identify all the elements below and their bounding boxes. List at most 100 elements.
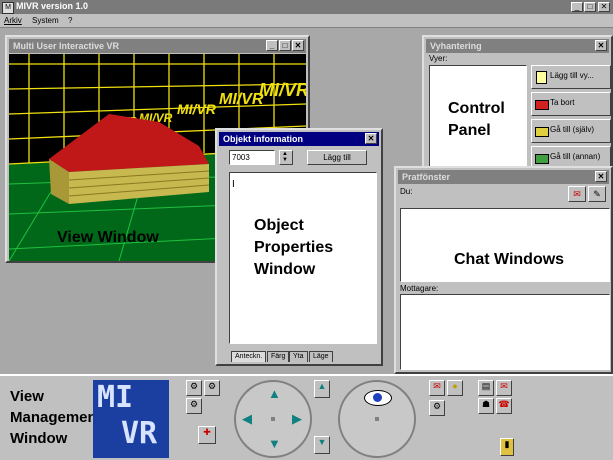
chat-tool-icon-2[interactable]: ⚙ xyxy=(429,400,445,416)
nav-lower-button[interactable]: ▼ xyxy=(314,436,330,454)
logo-line-2: VR xyxy=(121,416,158,451)
tab-surface[interactable]: Yta xyxy=(289,351,308,362)
close-button[interactable]: ✕ xyxy=(598,2,610,12)
nav-right-arrow-icon[interactable]: ▶ xyxy=(292,411,302,427)
remove-view-label: Ta bort xyxy=(550,98,575,107)
chat-windows-callout: Chat Windows xyxy=(454,251,565,268)
help-bulb-icon[interactable]: ● xyxy=(447,380,463,396)
object-info-titlebar: Objekt information ✕ xyxy=(219,132,379,146)
navigation-pad[interactable]: ▲ ▼ ◀ ▶ xyxy=(234,380,312,458)
add-view-label: Lägg till vy... xyxy=(550,71,594,80)
chat-edit-icon[interactable]: ✎ xyxy=(588,186,606,202)
tab-color[interactable]: Färg xyxy=(267,351,290,362)
add-object-label: Lägg till xyxy=(323,153,351,162)
logo-line-1: MI xyxy=(97,380,134,415)
eye-icon xyxy=(364,390,392,406)
view-window-title: Multi User Interactive VR xyxy=(13,41,120,51)
chat-send-icon[interactable]: ✉ xyxy=(568,186,586,202)
minimize-button[interactable]: _ xyxy=(571,2,583,12)
nav-left-arrow-icon[interactable]: ◀ xyxy=(242,411,252,427)
control-panel-callout-line-2: Panel xyxy=(448,122,491,139)
chat-window-close-button[interactable]: ✕ xyxy=(595,171,607,182)
file-tool-icon-3[interactable]: ☗ xyxy=(478,398,494,414)
view-window-minimize-button[interactable]: _ xyxy=(266,40,278,51)
view-management-panel: Vyhantering ✕ Vyer: Control Panel Lägg t… xyxy=(422,35,613,185)
view-tool-icon-3[interactable]: ⚙ xyxy=(186,398,202,414)
text-cursor: I xyxy=(232,179,235,190)
object-properties-callout-line-1: Object xyxy=(254,217,304,234)
view-management-title: Vyhantering xyxy=(430,41,482,51)
view-management-close-button[interactable]: ✕ xyxy=(595,40,607,51)
object-id-field[interactable]: 7003 xyxy=(229,150,275,165)
nav-down-arrow-icon[interactable]: ▼ xyxy=(268,436,281,451)
nav-up-arrow-icon[interactable]: ▲ xyxy=(268,386,281,401)
goto-self-button[interactable]: Gå till (själv) xyxy=(531,119,611,143)
view-window-maximize-button[interactable]: □ xyxy=(279,40,291,51)
object-id-value: 7003 xyxy=(232,153,250,162)
object-info-window: Objekt information ✕ 7003 ▲ ▼ Lägg till … xyxy=(215,128,383,366)
object-properties-callout: Object Properties Window xyxy=(254,215,333,281)
phone-icon[interactable]: ☎ xyxy=(496,398,512,414)
menu-bar: Arkiv System ? xyxy=(0,14,613,28)
view-management-callout-line-2: Management xyxy=(10,409,102,426)
chat-tool-icon-1[interactable]: ✉ xyxy=(429,380,445,396)
nav-raise-button[interactable]: ▲ xyxy=(314,380,330,398)
goto-self-icon xyxy=(535,127,549,137)
views-list[interactable]: Control Panel xyxy=(429,65,527,180)
goto-self-label: Gå till (själv) xyxy=(550,125,595,134)
mivr-logo: MI VR xyxy=(93,380,169,458)
chat-input[interactable]: Chat Windows xyxy=(400,208,610,282)
goto-other-label: Gå till (annan) xyxy=(550,152,601,161)
recipients-list[interactable] xyxy=(400,294,610,370)
remove-view-button[interactable]: Ta bort xyxy=(531,92,611,116)
object-properties-callout-line-3: Window xyxy=(254,261,316,278)
chat-window: Pratfönster ✕ Du: ✉ ✎ Chat Windows Motta… xyxy=(394,166,613,374)
add-object-button[interactable]: Lägg till xyxy=(307,150,367,165)
view-tool-icon-1[interactable]: ⚙ xyxy=(186,380,202,396)
add-view-icon xyxy=(536,71,547,84)
add-view-button[interactable]: Lägg till vy... xyxy=(531,65,611,89)
view-window-callout: View Window xyxy=(57,229,159,246)
look-pad[interactable] xyxy=(338,380,416,458)
spinner-down-icon[interactable]: ▼ xyxy=(282,157,288,163)
view-tool-icon-4[interactable]: ✚ xyxy=(198,426,216,444)
object-id-spinner[interactable]: ▲ ▼ xyxy=(279,150,293,165)
you-label: Du: xyxy=(400,187,413,196)
menu-arkiv[interactable]: Arkiv xyxy=(4,16,22,25)
object-info-title: Objekt information xyxy=(223,134,304,144)
chat-window-titlebar: Pratfönster ✕ xyxy=(398,170,609,184)
wall-sign-3: MI/VR xyxy=(177,101,217,117)
view-window-titlebar: Multi User Interactive VR _ □ ✕ xyxy=(9,39,306,53)
app-icon: M xyxy=(2,2,14,14)
app-title: MIVR version 1.0 xyxy=(16,1,89,11)
control-panel-callout: Control Panel xyxy=(448,98,505,142)
file-tool-icon-1[interactable]: ▤ xyxy=(478,380,494,396)
nav-center-dot xyxy=(271,417,275,421)
view-window-close-button[interactable]: ✕ xyxy=(292,40,304,51)
control-panel-callout-line-1: Control xyxy=(448,100,505,117)
object-info-close-button[interactable]: ✕ xyxy=(365,133,377,144)
view-management-callout-line-1: View xyxy=(10,388,44,405)
wall-sign-5: MI/VR xyxy=(259,80,306,100)
menu-system[interactable]: System xyxy=(32,16,59,25)
maximize-button[interactable]: □ xyxy=(584,2,596,12)
view-management-callout-line-3: Window xyxy=(10,430,68,447)
app-titlebar: M MIVR version 1.0 _ □ ✕ xyxy=(0,0,613,14)
goto-other-icon xyxy=(535,154,549,164)
exit-door-icon[interactable]: ▮ xyxy=(500,438,514,456)
tab-notes[interactable]: Anteckn. xyxy=(231,351,267,362)
menu-help[interactable]: ? xyxy=(68,16,72,25)
object-notes-field[interactable]: I Object Properties Window xyxy=(229,172,377,344)
look-center-dot xyxy=(375,417,379,421)
object-properties-callout-line-2: Properties xyxy=(254,239,334,256)
remove-view-icon xyxy=(535,100,549,110)
recipients-label: Mottagare: xyxy=(400,284,439,293)
file-tool-icon-2[interactable]: ✉ xyxy=(496,380,512,396)
view-management-titlebar: Vyhantering ✕ xyxy=(426,39,609,53)
tab-position[interactable]: Läge xyxy=(309,351,333,362)
chat-window-title: Pratfönster xyxy=(402,172,451,182)
views-label: Vyer: xyxy=(429,54,448,63)
view-tool-icon-2[interactable]: ⚙ xyxy=(204,380,220,396)
view-management-callout: View Management Window xyxy=(10,386,102,449)
bottom-toolbar: View Management Window MI VR ⚙ ⚙ ⚙ ✚ ▲ ▼… xyxy=(0,374,613,460)
